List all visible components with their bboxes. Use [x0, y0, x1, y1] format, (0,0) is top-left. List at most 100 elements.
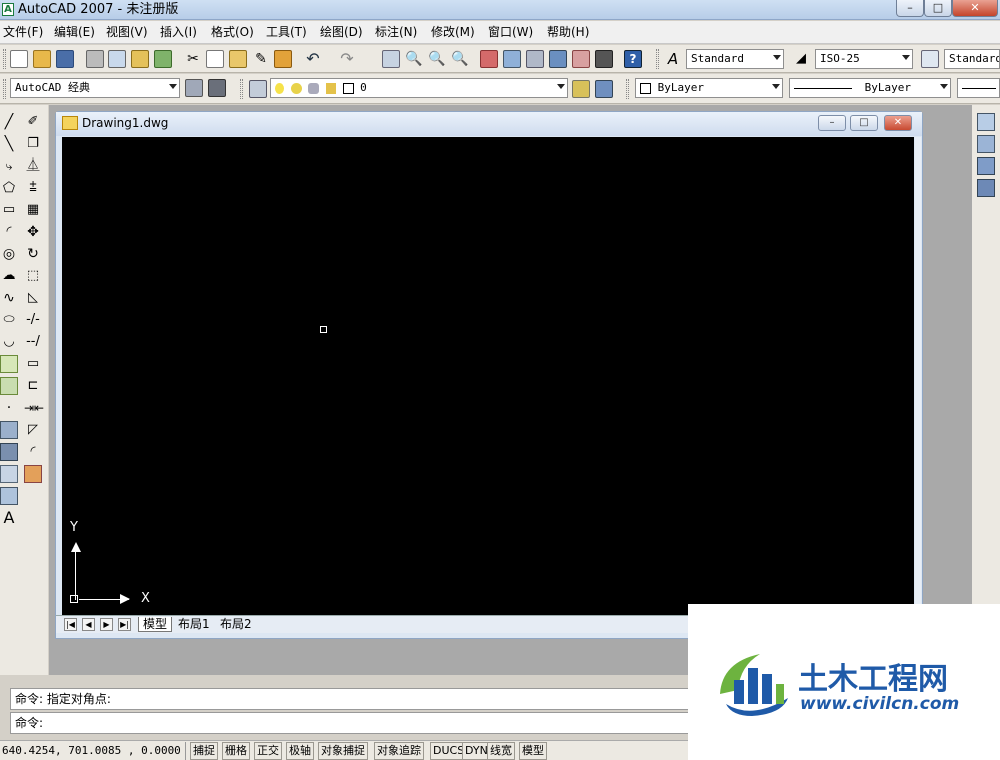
spline-icon[interactable]: ∿: [0, 289, 18, 307]
open-folder-icon[interactable]: [33, 50, 51, 68]
zoom-window-icon[interactable]: 🔍: [428, 50, 446, 68]
region-icon[interactable]: [0, 465, 18, 483]
drawing-restore-button[interactable]: □: [850, 115, 878, 131]
layer-properties-icon[interactable]: [249, 80, 267, 98]
menu-insert[interactable]: 插入(I): [160, 25, 197, 40]
maximize-button[interactable]: □: [924, 0, 952, 17]
zoom-realtime-icon[interactable]: 🔍: [405, 50, 423, 68]
undo-icon[interactable]: ↶: [304, 50, 322, 68]
print-icon[interactable]: [86, 50, 104, 68]
menu-file[interactable]: 文件(F): [3, 25, 43, 40]
linetype-select[interactable]: ByLayer: [789, 78, 951, 98]
drawing-minimize-button[interactable]: –: [818, 115, 846, 131]
rectangle-icon[interactable]: ▭: [0, 201, 18, 219]
break-at-point-icon[interactable]: ▭: [24, 355, 42, 373]
copy-icon[interactable]: [206, 50, 224, 68]
menu-edit[interactable]: 编辑(E): [54, 25, 95, 40]
match-properties-icon[interactable]: ✎: [252, 50, 270, 68]
calculator-icon[interactable]: [595, 50, 613, 68]
minimize-button[interactable]: –: [896, 0, 924, 17]
close-button[interactable]: ✕: [952, 0, 998, 17]
print-preview-icon[interactable]: [108, 50, 126, 68]
design-center-icon[interactable]: [503, 50, 521, 68]
workspace-settings-icon[interactable]: [185, 79, 203, 97]
new-file-icon[interactable]: [10, 50, 28, 68]
revision-cloud-icon[interactable]: ☁: [0, 267, 18, 285]
vertical-scrollbar[interactable]: [915, 137, 921, 615]
osnap-toggle[interactable]: 对象捕捉: [318, 742, 368, 760]
redo-icon[interactable]: ↷: [338, 50, 356, 68]
workspace-save-icon[interactable]: [208, 79, 226, 97]
erase-icon[interactable]: ✐: [24, 113, 42, 131]
polar-toggle[interactable]: 极轴: [286, 742, 314, 760]
toolbar-grip[interactable]: [626, 79, 629, 99]
construction-line-icon[interactable]: ╲: [0, 135, 18, 153]
stretch-icon[interactable]: ◺: [24, 289, 42, 307]
make-block-icon[interactable]: [0, 377, 18, 395]
explode-icon[interactable]: [24, 465, 42, 483]
zoom-previous-icon[interactable]: 🔍: [451, 50, 469, 68]
model-toggle[interactable]: 模型: [519, 742, 547, 760]
polyline-icon[interactable]: ⤷: [0, 157, 18, 175]
break-icon[interactable]: ⊏: [24, 377, 42, 395]
save-icon[interactable]: [56, 50, 74, 68]
menu-modify[interactable]: 修改(M): [431, 25, 475, 40]
coordinate-readout[interactable]: 640.4254, 701.0085 , 0.0000: [0, 742, 186, 760]
drawing-close-button[interactable]: ✕: [884, 115, 912, 131]
offset-icon[interactable]: ⩲: [24, 179, 42, 197]
tab-layout2[interactable]: 布局2: [216, 617, 256, 632]
polygon-icon[interactable]: ⬠: [0, 179, 18, 197]
fillet-icon[interactable]: ◜: [24, 443, 42, 461]
menu-dimension[interactable]: 标注(N): [375, 25, 417, 40]
menu-format[interactable]: 格式(O): [211, 25, 254, 40]
point-icon[interactable]: ·: [0, 399, 18, 417]
tab-model[interactable]: 模型: [138, 617, 173, 632]
tool-palettes-icon[interactable]: [526, 50, 544, 68]
join-icon[interactable]: ⇥⇤: [24, 399, 44, 417]
toolbar-grip[interactable]: [3, 49, 6, 69]
mirror-icon[interactable]: ⏅: [24, 157, 42, 175]
tab-layout1[interactable]: 布局1: [174, 617, 214, 632]
scale-icon[interactable]: ⬚: [24, 267, 42, 285]
arc-icon[interactable]: ◜: [0, 223, 18, 241]
properties-icon[interactable]: [480, 50, 498, 68]
previous-tab-icon[interactable]: ◀: [82, 618, 95, 631]
command-input-line[interactable]: 命令:: [10, 712, 690, 734]
markup-icon[interactable]: [572, 50, 590, 68]
plot-icon[interactable]: [154, 50, 172, 68]
move-icon[interactable]: ✥: [24, 223, 42, 241]
pan-icon[interactable]: [382, 50, 400, 68]
sheet-set-icon[interactable]: [549, 50, 567, 68]
color-select[interactable]: ByLayer: [635, 78, 783, 98]
toolbar-grip[interactable]: [3, 79, 6, 99]
text-style-select[interactable]: Standard: [686, 49, 784, 69]
snap-toggle[interactable]: 捕捉: [190, 742, 218, 760]
circle-icon[interactable]: ◎: [0, 245, 18, 263]
layer-select[interactable]: 0: [270, 78, 568, 98]
otrack-toggle[interactable]: 对象追踪: [374, 742, 424, 760]
grid-toggle[interactable]: 栅格: [222, 742, 250, 760]
copy-object-icon[interactable]: ❐: [24, 135, 42, 153]
gradient-icon[interactable]: [0, 443, 18, 461]
bring-above-objects-icon[interactable]: [977, 157, 995, 175]
model-space-canvas[interactable]: Y X: [62, 137, 914, 615]
array-icon[interactable]: ▦: [24, 201, 42, 219]
menu-view[interactable]: 视图(V): [106, 25, 148, 40]
line-icon[interactable]: ╱: [0, 113, 18, 131]
help-icon[interactable]: ?: [624, 50, 642, 68]
ellipse-icon[interactable]: ⬭: [0, 311, 18, 329]
lineweight-select[interactable]: [957, 78, 1000, 98]
menu-draw[interactable]: 绘图(D): [320, 25, 363, 40]
make-object-layer-current-icon[interactable]: [572, 80, 590, 98]
menu-tools[interactable]: 工具(T): [266, 25, 307, 40]
cut-icon[interactable]: ✂: [184, 50, 202, 68]
last-tab-icon[interactable]: ▶|: [118, 618, 131, 631]
send-to-back-icon[interactable]: [977, 135, 995, 153]
chamfer-icon[interactable]: ◸: [24, 421, 42, 439]
toolbar-grip[interactable]: [240, 79, 243, 99]
menu-help[interactable]: 帮助(H): [547, 25, 589, 40]
publish-icon[interactable]: [131, 50, 149, 68]
next-tab-icon[interactable]: ▶: [100, 618, 113, 631]
block-editor-icon[interactable]: [274, 50, 292, 68]
insert-block-icon[interactable]: [0, 355, 18, 373]
